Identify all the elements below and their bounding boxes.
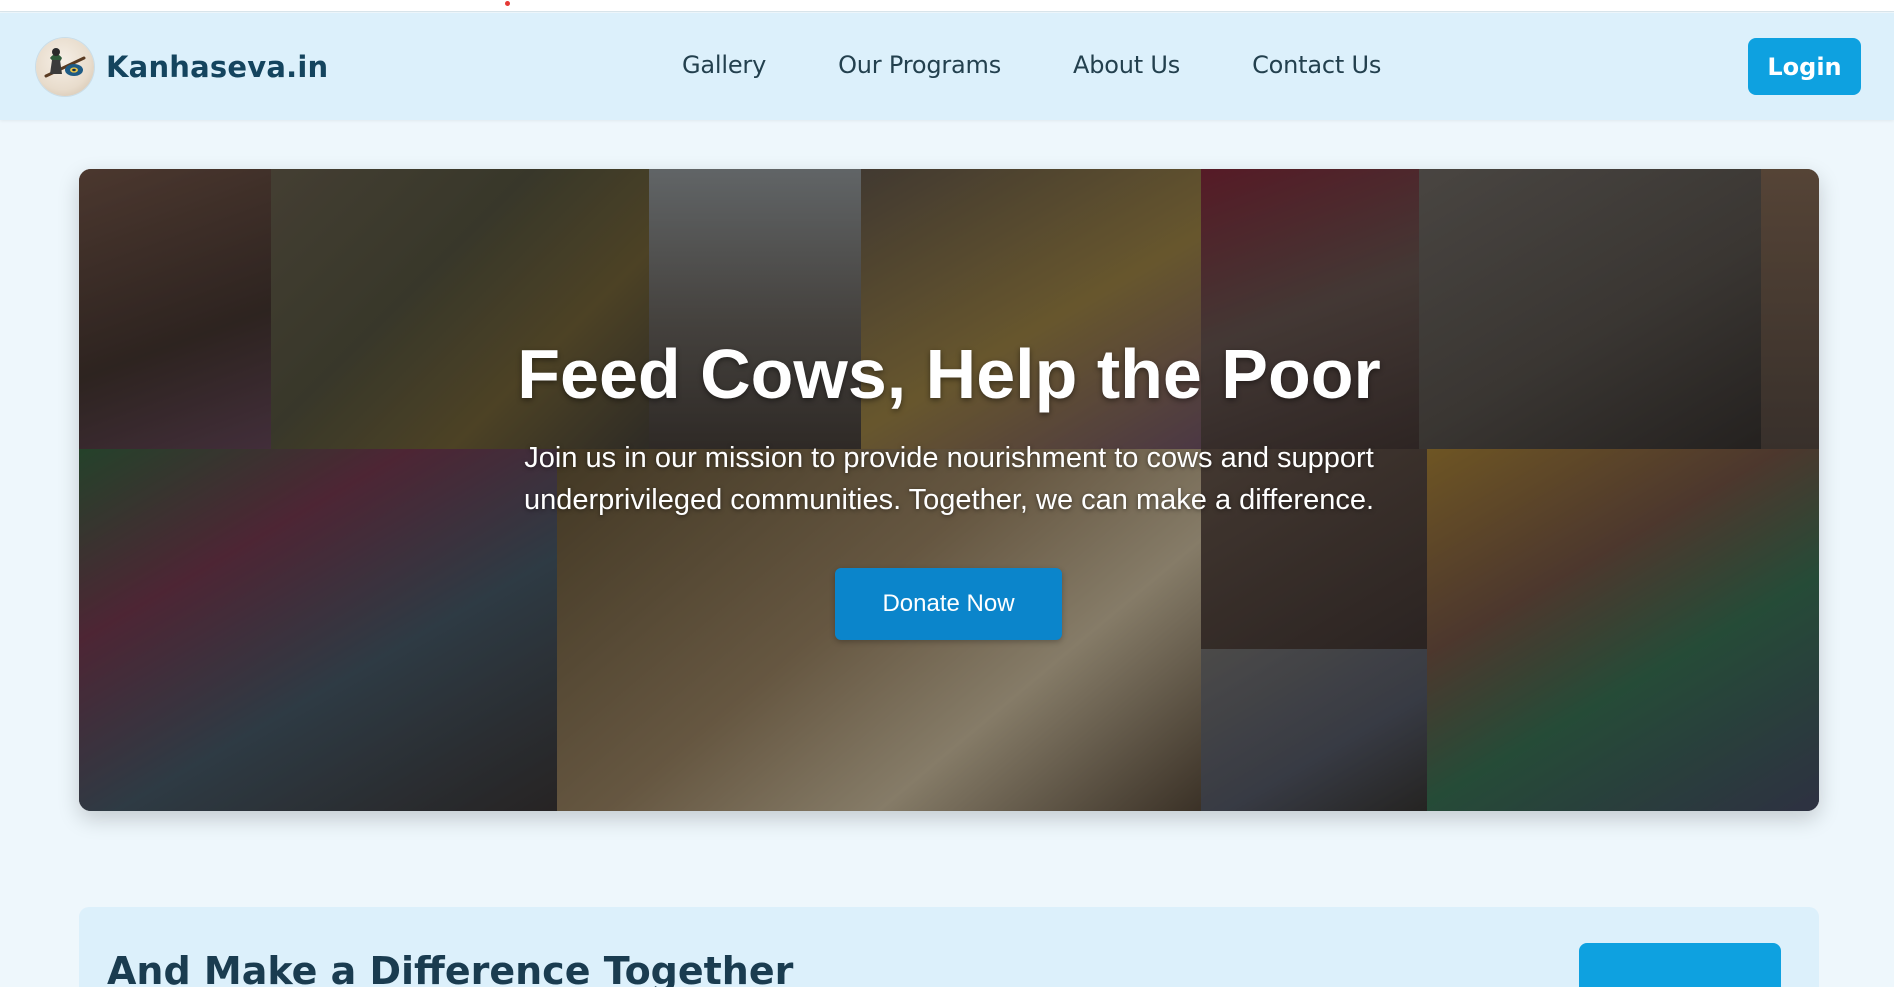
brand-name: Kanhaseva.in [106,50,329,84]
indicator-dot [505,1,510,6]
next-section-title: And Make a Difference Together [107,949,794,987]
site-header: Kanhaseva.in Gallery Our Programs About … [0,13,1894,120]
hero-title: Feed Cows, Help the Poor [517,335,1381,413]
flute-peacock-feather-icon [36,38,94,96]
nav-about-link[interactable]: About Us [1073,51,1180,79]
main-nav: Gallery Our Programs About Us Contact Us [682,51,1381,79]
login-button[interactable]: Login [1748,38,1861,95]
nav-gallery-link[interactable]: Gallery [682,51,766,79]
nav-programs-link[interactable]: Our Programs [838,51,1001,79]
donate-now-button[interactable]: Donate Now [835,568,1062,640]
brand[interactable]: Kanhaseva.in [36,38,328,96]
hero-banner: Feed Cows, Help the Poor Join us in our … [79,169,1819,811]
nav-contact-link[interactable]: Contact Us [1252,51,1381,79]
next-section-banner: And Make a Difference Together [79,907,1819,987]
hero-subtitle: Join us in our mission to provide nouris… [523,442,1375,516]
browser-top-strip [0,0,1894,12]
next-section-button[interactable] [1579,943,1781,987]
